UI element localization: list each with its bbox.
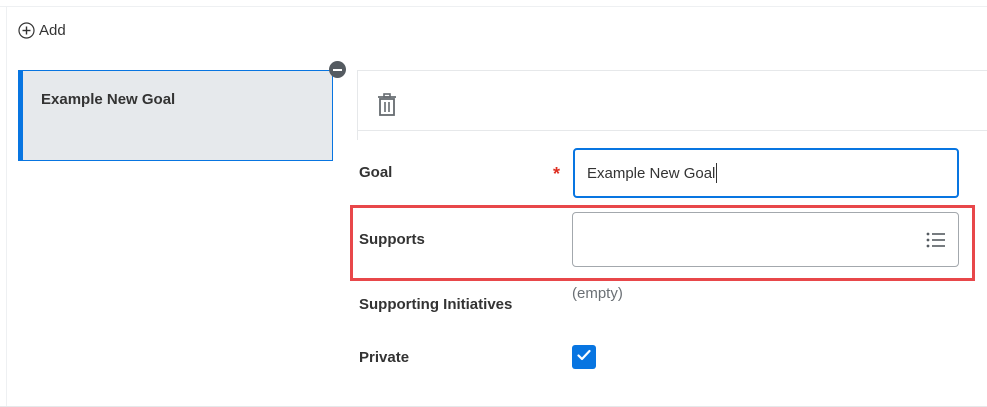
panel-divider-middle [357, 130, 987, 131]
goal-card[interactable]: Example New Goal [18, 70, 333, 161]
supporting-initiatives-value: (empty) [572, 285, 623, 302]
text-caret [716, 163, 718, 183]
add-button[interactable]: Add [18, 22, 66, 39]
goal-input-value: Example New Goal [587, 164, 716, 182]
private-label: Private [359, 349, 410, 366]
goal-card-title: Example New Goal [41, 91, 176, 108]
top-divider [0, 6, 987, 7]
goal-label: Goal [359, 164, 393, 181]
supporting-initiatives-label: Supporting Initiatives [359, 296, 513, 313]
checkmark-icon [577, 348, 591, 366]
left-divider [6, 6, 7, 407]
plus-circle-icon [18, 22, 35, 39]
required-marker: * [553, 164, 561, 184]
goal-input[interactable]: Example New Goal [573, 148, 959, 198]
minus-circle-icon[interactable] [329, 61, 346, 78]
trash-icon[interactable] [376, 93, 398, 122]
highlight-annotation [350, 205, 975, 281]
private-checkbox[interactable] [572, 345, 596, 369]
panel-divider-top [357, 70, 987, 71]
add-button-label: Add [39, 22, 66, 39]
